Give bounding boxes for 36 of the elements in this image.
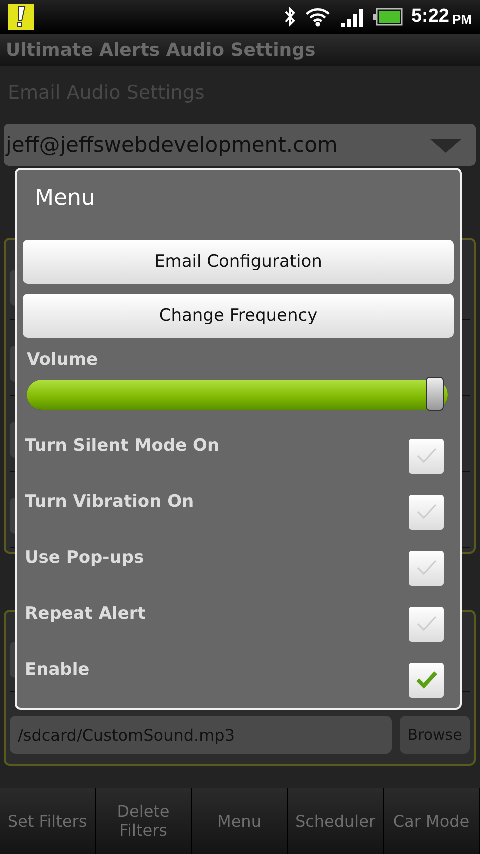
menu-option-button[interactable]: Email Configuration: [23, 240, 454, 284]
slider-thumb[interactable]: [426, 377, 444, 411]
menu-button[interactable]: Set Filters: [0, 788, 96, 854]
menu-button[interactable]: Car Mode: [384, 788, 480, 854]
option-label: Turn Silent Mode On: [25, 436, 220, 456]
clock-time: 5:22: [411, 6, 450, 28]
option-label: Repeat Alert: [25, 604, 146, 624]
menu-button[interactable]: Delete Filters: [96, 788, 192, 854]
checkbox[interactable]: [409, 606, 444, 642]
checkmark-icon: [414, 670, 438, 690]
checkmark-icon: [414, 558, 438, 578]
option-label: Turn Vibration On: [25, 492, 194, 512]
bluetooth-icon: [283, 6, 298, 28]
option-label: Use Pop-ups: [25, 548, 144, 568]
menu-option-button[interactable]: Change Frequency: [23, 294, 454, 338]
checkbox[interactable]: [409, 494, 444, 530]
account-dropdown[interactable]: jeff@jeffswebdevelopment.com: [4, 124, 476, 166]
file-path-field[interactable]: /sdcard/CustomSound.mp3: [10, 716, 392, 754]
checkmark-icon: [414, 502, 438, 522]
wifi-icon: [305, 6, 332, 28]
checkbox[interactable]: [409, 438, 444, 474]
clock-period: PM: [452, 12, 472, 26]
signal-icon: [339, 6, 366, 28]
dialog-title: Menu: [34, 185, 96, 213]
checkbox[interactable]: [409, 662, 444, 698]
window-title: Ultimate Alerts Audio Settings: [6, 40, 316, 60]
menu-button[interactable]: Menu: [192, 788, 288, 854]
checkmark-icon: [414, 614, 438, 634]
volume-label: Volume: [26, 349, 100, 372]
checkbox[interactable]: [409, 550, 444, 586]
menu-button[interactable]: Scheduler: [288, 788, 384, 854]
battery-icon: [373, 8, 404, 26]
checkmark-icon: [414, 446, 438, 466]
volume-slider[interactable]: [27, 380, 448, 410]
option-label: Enable: [25, 660, 90, 680]
warning-icon: [8, 4, 34, 30]
